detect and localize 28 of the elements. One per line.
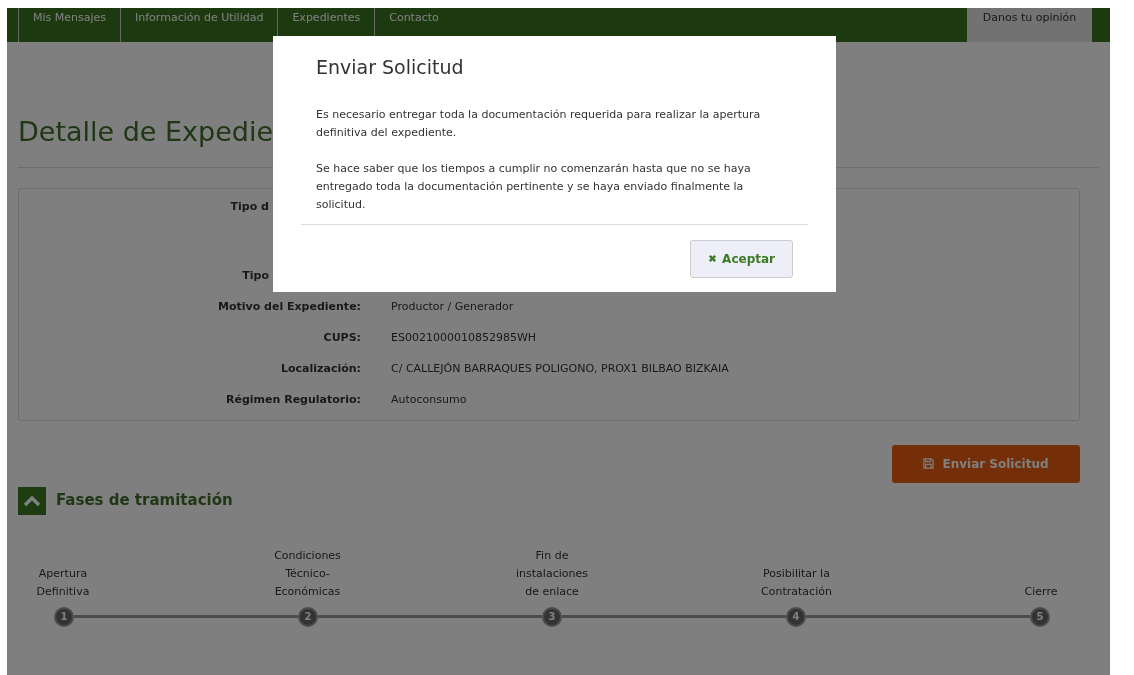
page-title: Detalle de Expedie xyxy=(18,115,274,149)
detail-label: Régimen Regulatorio: xyxy=(226,391,361,408)
detail-label: Localización: xyxy=(281,360,361,377)
save-icon xyxy=(923,458,935,469)
detail-value: C/ CALLEJÓN BARRAQUES POLIGONO, PROX1 BILBAO BIZKAIA xyxy=(391,360,729,377)
detail-label: Motivo del Expediente: xyxy=(217,298,361,315)
modal-text: Es necesario entregar toda la documentación requerida para realizar la apertura definitiva del expediente. xyxy=(316,106,762,141)
close-icon xyxy=(708,254,718,263)
accept-button[interactable]: Aceptar xyxy=(690,239,793,278)
feedback-tab[interactable]: Danos tu opinión xyxy=(967,8,1092,42)
phase-label: Condiciones Técnico-Económicas xyxy=(273,547,342,600)
section-title: Fases de tramitación xyxy=(56,490,233,512)
phase-label: Cierre xyxy=(1023,583,1059,600)
phase-label: Apertura Definitiva xyxy=(35,565,91,600)
detail-label: CUPS: xyxy=(323,329,361,346)
detail-label: Tipo d xyxy=(230,198,269,215)
phase-label: Posibilitar la Contratación xyxy=(760,565,833,600)
phase-label: Fin de instalaciones de enlace xyxy=(515,547,589,600)
modal-title: Enviar Solicitud xyxy=(316,55,464,80)
nav-link[interactable]: Mis Mensajes xyxy=(18,8,121,42)
chevron-icon xyxy=(23,494,41,507)
detail-value: Autoconsumo xyxy=(391,391,467,408)
detail-value: ES0021000010852985WH xyxy=(391,329,537,346)
detail-value: Productor / Generador xyxy=(391,298,514,315)
send-request-button[interactable]: Enviar Solicitud xyxy=(892,444,1080,483)
modal-text: Se hace saber que los tiempos a cumplir no comenzarán hasta que no se haya entregado toda la documentación pertinente y se haya enviado finalmente la solicitud. xyxy=(316,160,752,213)
collapse-toggle[interactable] xyxy=(18,486,46,515)
detail-label: Tipo xyxy=(242,267,269,284)
